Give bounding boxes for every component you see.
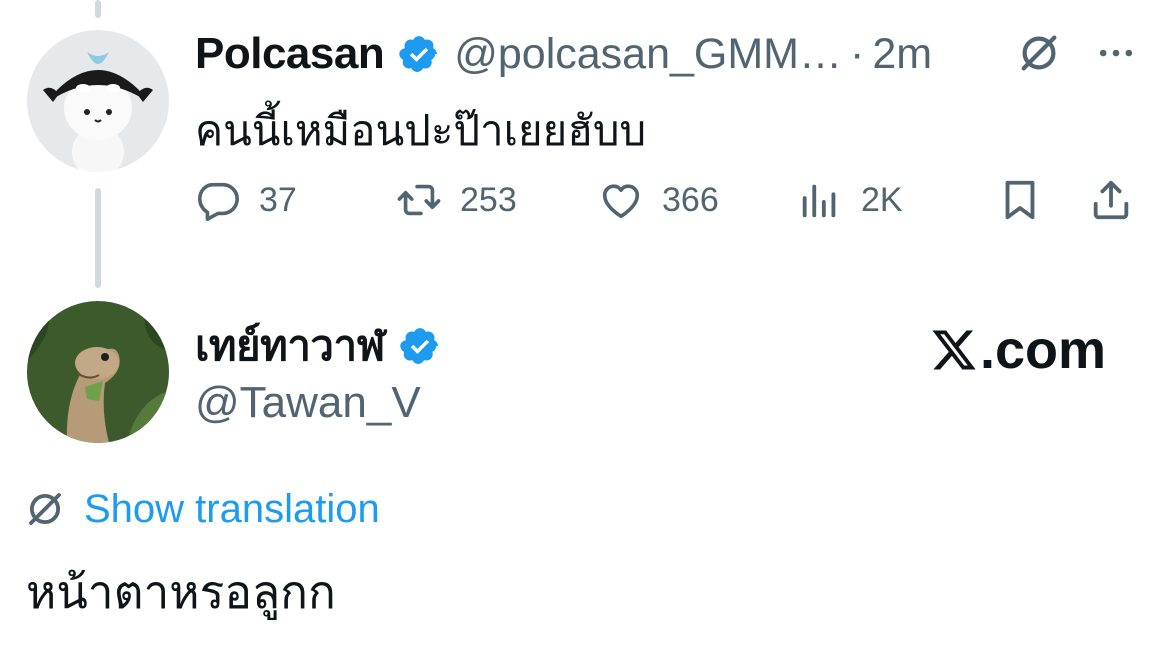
tweet-timestamp[interactable]: 2m (872, 30, 932, 79)
share-icon (1093, 180, 1129, 220)
verified-badge-icon[interactable] (398, 33, 440, 75)
show-translation-row[interactable]: Show translation (24, 482, 380, 536)
brand-domain-text: .com (980, 320, 1107, 380)
reply-author-avatar[interactable] (27, 301, 169, 443)
parent-tweet-header: Polcasan @polcasan_GMM… · 2m (195, 24, 932, 84)
parent-author-name[interactable]: Polcasan (195, 29, 385, 79)
reply-button[interactable]: 37 (195, 174, 297, 226)
parent-author-avatar[interactable] (27, 30, 169, 172)
header-separator: · (850, 29, 865, 78)
views-chart-icon (802, 184, 836, 218)
tweet-action-bar: 37 253 366 2K (0, 174, 1170, 226)
like-count: 366 (662, 180, 719, 219)
verified-badge-icon[interactable] (399, 325, 441, 367)
reply-author-handle[interactable]: @Tawan_V (195, 378, 421, 428)
reply-tweet-text: หน้าตาหรอลูกก (26, 566, 336, 618)
bookmark-button[interactable] (997, 174, 1043, 226)
reply-author-header: เทย์ทาวาฬ (195, 316, 455, 376)
reply-count: 37 (259, 180, 297, 219)
parent-author-handle[interactable]: @polcasan_GMM… (454, 30, 842, 79)
repost-icon (397, 184, 441, 216)
thread-line-top (95, 0, 101, 18)
translate-icon (24, 488, 66, 530)
translate-icon[interactable] (1016, 30, 1062, 76)
dinosaur-avatar-icon (27, 301, 169, 443)
show-translation-link[interactable]: Show translation (84, 487, 380, 532)
views-button[interactable]: 2K (797, 174, 903, 226)
x-com-brand: .com (930, 318, 1106, 382)
reply-icon (197, 182, 239, 221)
x-logo-icon (930, 326, 978, 374)
like-button[interactable]: 366 (598, 174, 719, 226)
views-count: 2K (861, 180, 903, 219)
share-button[interactable] (1088, 174, 1134, 226)
bookmark-icon (1005, 180, 1035, 220)
parent-tweet-text: คนนี้เหมือนปะป๊าเยยฮับบ (195, 107, 647, 154)
repost-button[interactable]: 253 (396, 174, 517, 226)
repost-count: 253 (460, 180, 517, 219)
orca-plush-avatar-icon (27, 30, 169, 172)
reply-author-name[interactable]: เทย์ทาวาฬ (195, 313, 385, 379)
heart-icon (602, 184, 640, 219)
more-options-icon[interactable] (1094, 30, 1138, 76)
